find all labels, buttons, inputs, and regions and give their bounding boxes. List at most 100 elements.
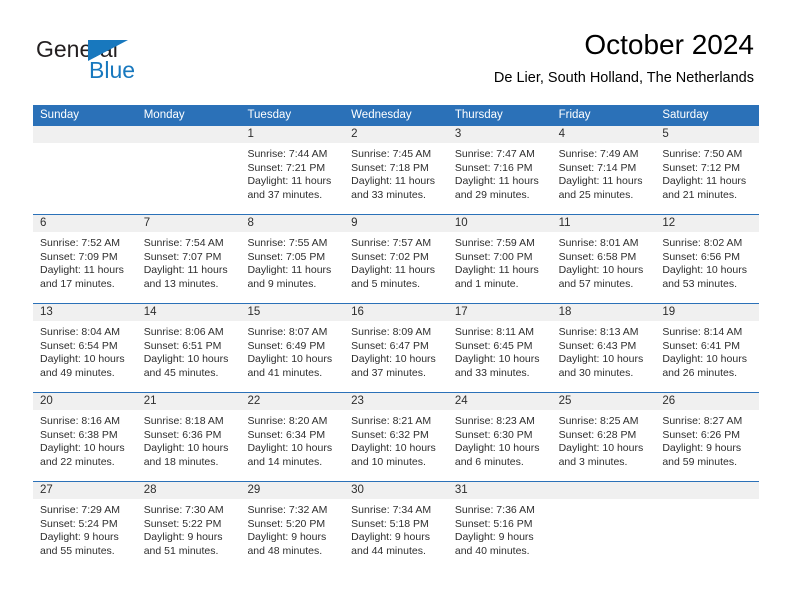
day-detail-line: and 55 minutes. [40,544,115,557]
day-detail-line: Sunrise: 7:45 AM [351,148,432,160]
day-detail-line: Sunset: 5:22 PM [143,517,222,530]
page-subtitle-location: De Lier, South Holland, The Netherlands [493,70,754,86]
day-detail-line: Sunrise: 8:04 AM [40,326,120,338]
day-cell-18[interactable]: 18 Sunrise: 8:13 AM Sunset: 6:43 PM Dayligh… [551,304,656,392]
day-detail-line: Daylight: 11 hours [351,264,436,277]
day-cell-31[interactable]: 31 Sunrise: 7:36 AM Sunset: 5:16 PM Dayligh… [447,482,552,571]
day-detail-line: and 22 minutes. [40,455,115,468]
day-details: Sunrise: 7:54 AM Sunset: 7:07 PM Daylight:… [137,232,241,291]
day-cell-25[interactable]: 25 Sunrise: 8:25 AM Sunset: 6:28 PM Dayligh… [551,393,656,481]
weekday-header-thursday: Thursday [454,109,503,121]
day-detail-line: Sunset: 7:16 PM [454,161,533,174]
day-details: Sunrise: 8:21 AM Sunset: 6:32 PM Daylight:… [344,410,448,469]
day-detail-line: Daylight: 10 hours [662,353,747,366]
day-details: Sunrise: 8:07 AM Sunset: 6:49 PM Daylight:… [240,321,344,380]
day-number: 9 [344,215,448,232]
day-detail-line: Sunrise: 8:06 AM [143,326,224,338]
title-block: October 2024 De Lier, South Holland, The… [494,28,754,88]
day-detail-line: Sunset: 6:56 PM [662,250,740,263]
day-cell-26[interactable]: 26 Sunrise: 8:27 AM Sunset: 6:26 PM Dayligh… [655,393,760,481]
day-detail-line: Sunrise: 7:47 AM [454,148,535,160]
day-detail-line: Sunset: 6:45 PM [454,339,533,352]
day-cell-empty [136,126,241,214]
day-details: Sunrise: 7:29 AM Sunset: 5:24 PM Daylight:… [33,499,137,558]
day-detail-line: Sunrise: 8:21 AM [351,415,432,427]
day-cell-3[interactable]: 3 Sunrise: 7:47 AM Sunset: 7:16 PM Daylight… [447,126,552,214]
day-number: 2 [344,126,448,143]
day-detail-line: Sunset: 6:43 PM [558,339,637,352]
day-cell-24[interactable]: 24 Sunrise: 8:23 AM Sunset: 6:30 PM Dayligh… [447,393,552,481]
day-details: Sunrise: 7:57 AM Sunset: 7:02 PM Daylight:… [344,232,448,291]
day-detail-line: Daylight: 11 hours [662,175,747,188]
day-detail-line: Daylight: 9 hours [662,442,742,455]
day-details [33,143,137,148]
day-cell-7[interactable]: 7 Sunrise: 7:54 AM Sunset: 7:07 PM Daylight… [136,215,241,303]
day-detail-line: and 53 minutes. [662,277,738,290]
day-detail-line: Daylight: 11 hours [351,175,436,188]
day-detail-line: Sunrise: 7:30 AM [143,504,224,516]
day-detail-line: Daylight: 9 hours [40,531,119,544]
day-cell-8[interactable]: 8 Sunrise: 7:55 AM Sunset: 7:05 PM Daylight… [240,215,345,303]
day-detail-line: Sunset: 7:05 PM [247,250,326,263]
day-detail-line: Sunset: 6:38 PM [40,428,118,441]
day-detail-line: and 1 minute. [454,277,519,290]
day-details: Sunrise: 7:47 AM Sunset: 7:16 PM Daylight:… [448,143,552,202]
day-detail-line: and 40 minutes. [454,544,530,557]
day-number: 13 [33,304,137,321]
day-cell-1[interactable]: 1 Sunrise: 7:44 AM Sunset: 7:21 PM Daylight… [240,126,345,214]
day-cell-13[interactable]: 13 Sunrise: 8:04 AM Sunset: 6:54 PM Dayligh… [33,304,137,392]
day-cell-15[interactable]: 15 Sunrise: 8:07 AM Sunset: 6:49 PM Dayligh… [240,304,345,392]
day-cell-10[interactable]: 10 Sunrise: 7:59 AM Sunset: 7:00 PM Dayligh… [447,215,552,303]
day-cell-30[interactable]: 30 Sunrise: 7:34 AM Sunset: 5:18 PM Dayligh… [344,482,448,571]
day-number [551,482,656,499]
day-cell-27[interactable]: 27 Sunrise: 7:29 AM Sunset: 5:24 PM Dayligh… [33,482,137,571]
day-detail-line: and 26 minutes. [662,366,738,379]
day-detail-line: Sunrise: 7:59 AM [454,237,535,249]
day-detail-line: Daylight: 10 hours [143,442,229,455]
day-detail-line: and 41 minutes. [247,366,323,379]
day-detail-line: Sunrise: 8:23 AM [454,415,535,427]
day-number: 26 [655,393,760,410]
day-cell-empty [33,126,137,214]
weekday-header-monday: Monday [143,109,185,121]
day-detail-line: Sunrise: 7:57 AM [351,237,432,249]
day-details: Sunrise: 7:59 AM Sunset: 7:00 PM Daylight:… [448,232,552,291]
day-details: Sunrise: 7:52 AM Sunset: 7:09 PM Daylight:… [33,232,137,291]
day-cell-6[interactable]: 6 Sunrise: 7:52 AM Sunset: 7:09 PM Daylight… [33,215,137,303]
day-detail-line: Sunset: 5:24 PM [40,517,118,530]
day-detail-line: Daylight: 11 hours [454,175,539,188]
day-detail-line: Sunrise: 7:52 AM [40,237,120,249]
day-cell-4[interactable]: 4 Sunrise: 7:49 AM Sunset: 7:14 PM Daylight… [551,126,656,214]
day-cell-5[interactable]: 5 Sunrise: 7:50 AM Sunset: 7:12 PM Daylight… [655,126,760,214]
day-cell-22[interactable]: 22 Sunrise: 8:20 AM Sunset: 6:34 PM Dayligh… [240,393,345,481]
day-detail-line: and 59 minutes. [662,455,738,468]
day-detail-line: Sunset: 6:30 PM [454,428,533,441]
day-detail-line: and 37 minutes. [351,366,426,379]
day-cell-9[interactable]: 9 Sunrise: 7:57 AM Sunset: 7:02 PM Daylight… [344,215,448,303]
day-cell-19[interactable]: 19 Sunrise: 8:14 AM Sunset: 6:41 PM Dayligh… [655,304,760,392]
day-cell-12[interactable]: 12 Sunrise: 8:02 AM Sunset: 6:56 PM Dayligh… [655,215,760,303]
brand-logo[interactable]: General Blue [36,36,266,88]
day-cell-28[interactable]: 28 Sunrise: 7:30 AM Sunset: 5:22 PM Dayligh… [136,482,241,571]
day-cell-21[interactable]: 21 Sunrise: 8:18 AM Sunset: 6:36 PM Dayligh… [136,393,241,481]
day-cell-16[interactable]: 16 Sunrise: 8:09 AM Sunset: 6:47 PM Dayligh… [344,304,448,392]
day-detail-line: Sunset: 6:34 PM [247,428,326,441]
day-detail-line: and 33 minutes. [454,366,530,379]
day-number: 23 [344,393,448,410]
day-detail-line: Sunrise: 8:02 AM [662,237,743,249]
day-cell-23[interactable]: 23 Sunrise: 8:21 AM Sunset: 6:32 PM Dayligh… [344,393,448,481]
day-cell-2[interactable]: 2 Sunrise: 7:45 AM Sunset: 7:18 PM Daylight… [344,126,448,214]
page-header: General Blue October 2024 De Lier, South… [0,0,792,100]
day-cell-17[interactable]: 17 Sunrise: 8:11 AM Sunset: 6:45 PM Dayligh… [447,304,552,392]
brand-name-blue: Blue [89,57,136,83]
day-detail-line: Sunset: 6:28 PM [558,428,637,441]
day-cell-20[interactable]: 20 Sunrise: 8:16 AM Sunset: 6:38 PM Dayligh… [33,393,137,481]
day-details: Sunrise: 8:04 AM Sunset: 6:54 PM Daylight:… [33,321,137,380]
day-details: Sunrise: 8:20 AM Sunset: 6:34 PM Daylight:… [240,410,344,469]
day-cell-14[interactable]: 14 Sunrise: 8:06 AM Sunset: 6:51 PM Dayligh… [136,304,241,392]
day-details: Sunrise: 7:55 AM Sunset: 7:05 PM Daylight:… [240,232,344,291]
day-cell-29[interactable]: 29 Sunrise: 7:32 AM Sunset: 5:20 PM Dayligh… [240,482,345,571]
day-detail-line: and 57 minutes. [558,277,634,290]
day-number: 10 [447,215,552,232]
day-cell-11[interactable]: 11 Sunrise: 8:01 AM Sunset: 6:58 PM Dayligh… [551,215,656,303]
